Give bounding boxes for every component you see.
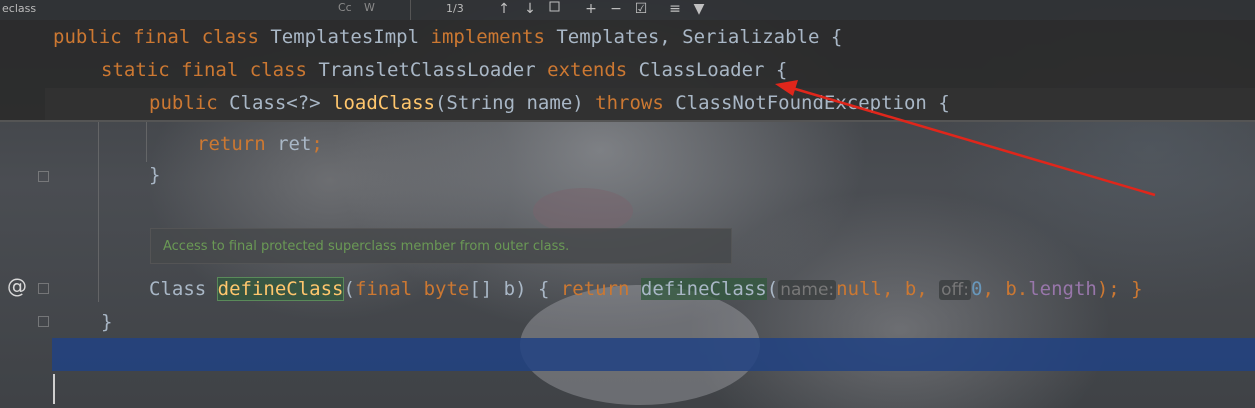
annotation-arrow: [775, 80, 1156, 197]
